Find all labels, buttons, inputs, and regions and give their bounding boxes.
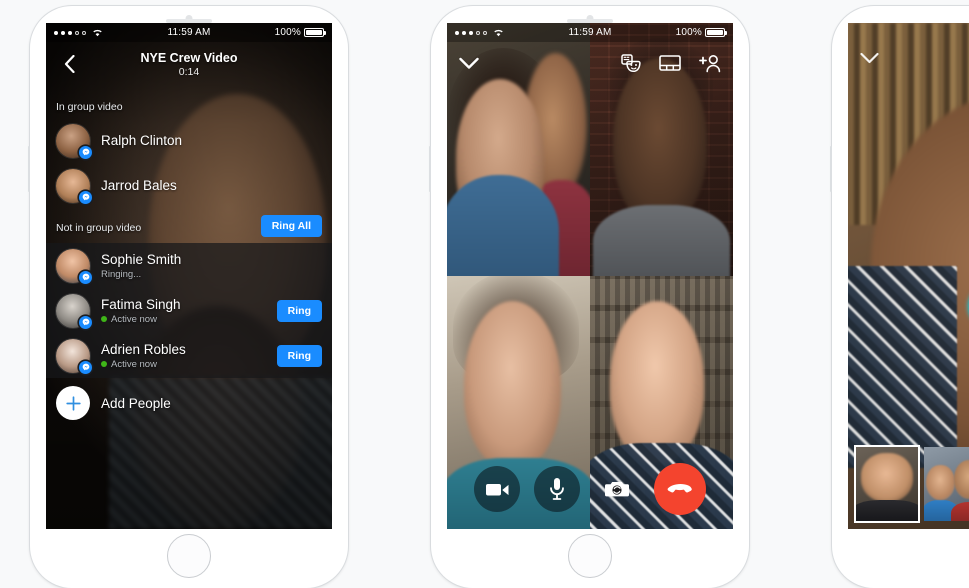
call-title: NYE Crew Video	[140, 50, 238, 65]
list-item[interactable]: Adrien Robles Active now Ring	[46, 333, 332, 378]
video-grid	[447, 23, 733, 529]
call-controls	[447, 463, 733, 515]
participant-text-block: Fatima Singh Active now	[101, 297, 181, 325]
messenger-badge-icon	[79, 360, 92, 374]
list-item[interactable]: Jarrod Bales	[46, 163, 332, 208]
signal-dot-filled	[462, 30, 466, 35]
masks-effects-icon[interactable]	[621, 53, 642, 73]
messenger-badge-icon	[79, 315, 92, 329]
screenshot-root: 11:59 AM 100% NYE Crew Video 0:14 In gro…	[0, 0, 969, 588]
signal-dot-filled	[455, 30, 459, 35]
phone-1-title-block: NYE Crew Video 0:14	[46, 51, 332, 78]
status-bar-time: 11:59 AM	[167, 27, 211, 38]
battery-icon	[705, 28, 728, 37]
participant-status: Active now	[101, 314, 181, 325]
participant-name: Jarrod Bales	[101, 178, 177, 193]
home-button[interactable]	[568, 534, 612, 578]
status-bar-right: 100%	[211, 27, 327, 38]
wifi-icon	[92, 28, 103, 37]
participant-text-block: Adrien Robles Active now	[101, 342, 186, 370]
thumbnail-participant-2[interactable]	[924, 447, 969, 521]
signal-dot-filled	[68, 30, 72, 35]
phone-1-screen: 11:59 AM 100% NYE Crew Video 0:14 In gro…	[46, 23, 332, 529]
microphone-icon[interactable]	[534, 466, 580, 512]
ring-button[interactable]: Ring	[276, 299, 322, 322]
video-camera-icon[interactable]	[474, 466, 520, 512]
in-group-roster: Ralph Clinton Jarrod Bales	[46, 118, 332, 208]
list-item[interactable]: Fatima Singh Active now Ring	[46, 288, 332, 333]
status-bar-left	[455, 28, 568, 37]
participant-thumbnail-strip	[848, 445, 969, 523]
add-people-row[interactable]: Add People	[46, 378, 332, 428]
thumbnail-participant-1[interactable]	[856, 447, 918, 521]
avatar	[56, 123, 92, 159]
add-person-icon[interactable]	[698, 54, 721, 73]
phone-1-device: 11:59 AM 100% NYE Crew Video 0:14 In gro…	[28, 6, 348, 588]
section-label-in-group: In group video	[56, 101, 123, 113]
ring-all-button[interactable]: Ring All	[260, 215, 322, 237]
phone-2-screen: 11:59 AM 100%	[447, 23, 733, 529]
grid-layout-icon[interactable]	[659, 54, 681, 72]
chevron-down-icon[interactable]	[459, 57, 479, 70]
participant-name: Ralph Clinton	[101, 133, 183, 148]
participant-status-label: Active now	[111, 358, 157, 370]
avatar	[56, 338, 92, 374]
list-item[interactable]: Ralph Clinton	[46, 118, 332, 163]
camera-flip-icon[interactable]	[594, 466, 640, 512]
avatar	[56, 293, 92, 329]
participant-name: Sophie Smith	[101, 251, 182, 267]
status-bar: 11:59 AM 100%	[46, 23, 332, 42]
home-button[interactable]	[167, 534, 211, 578]
avatar	[56, 168, 92, 204]
battery-icon	[304, 28, 327, 37]
back-chevron-icon[interactable]	[52, 47, 86, 81]
signal-dot-filled	[54, 30, 58, 35]
signal-dot-empty	[82, 31, 86, 35]
active-status-dot	[101, 316, 107, 322]
ring-button[interactable]: Ring	[276, 344, 322, 367]
not-in-group-roster: Sophie Smith Ringing... Fatima Singh Act…	[46, 243, 332, 428]
status-bar-left	[54, 28, 167, 37]
status-bar: 11:59 AM 100%	[447, 23, 733, 42]
signal-dot-filled	[61, 30, 65, 35]
signal-dot-empty	[483, 31, 487, 35]
participant-name: Fatima Singh	[101, 296, 181, 312]
phone-2-action-icons	[621, 53, 721, 73]
participant-status-label: Ringing...	[101, 268, 142, 280]
participant-status-label: Active now	[111, 313, 157, 325]
phone-1-header: NYE Crew Video 0:14	[46, 42, 332, 86]
avatar	[56, 248, 92, 284]
status-bar-right: 100%	[612, 27, 728, 38]
section-label-not-in-group: Not in group video	[56, 222, 142, 234]
phone-2-top-bar	[447, 42, 733, 84]
messenger-badge-icon	[79, 145, 92, 159]
signal-dot-filled	[469, 30, 473, 35]
messenger-badge-icon	[79, 190, 92, 204]
participant-text-block: Sophie Smith Ringing...	[101, 252, 181, 280]
battery-percent-label: 100%	[274, 27, 302, 38]
status-bar-time: 11:59 AM	[568, 27, 612, 38]
call-duration: 0:14	[178, 65, 200, 78]
wifi-icon	[493, 28, 504, 37]
phone-3-screen	[848, 23, 969, 529]
plus-circle-icon	[56, 386, 90, 420]
signal-dot-empty	[75, 31, 79, 35]
messenger-badge-icon	[79, 270, 92, 284]
list-item[interactable]: Sophie Smith Ringing...	[46, 243, 332, 288]
participant-name: Adrien Robles	[101, 341, 186, 357]
participant-status: Ringing...	[101, 269, 181, 280]
signal-dot-empty	[476, 31, 480, 35]
end-call-icon[interactable]	[654, 463, 706, 515]
phone-2-device: 11:59 AM 100%	[429, 6, 749, 588]
battery-percent-label: 100%	[675, 27, 703, 38]
add-people-label: Add People	[101, 395, 171, 411]
participant-status: Active now	[101, 359, 186, 370]
active-status-dot	[101, 361, 107, 367]
phone-3-device	[830, 6, 969, 588]
chevron-down-icon[interactable]	[860, 51, 879, 69]
